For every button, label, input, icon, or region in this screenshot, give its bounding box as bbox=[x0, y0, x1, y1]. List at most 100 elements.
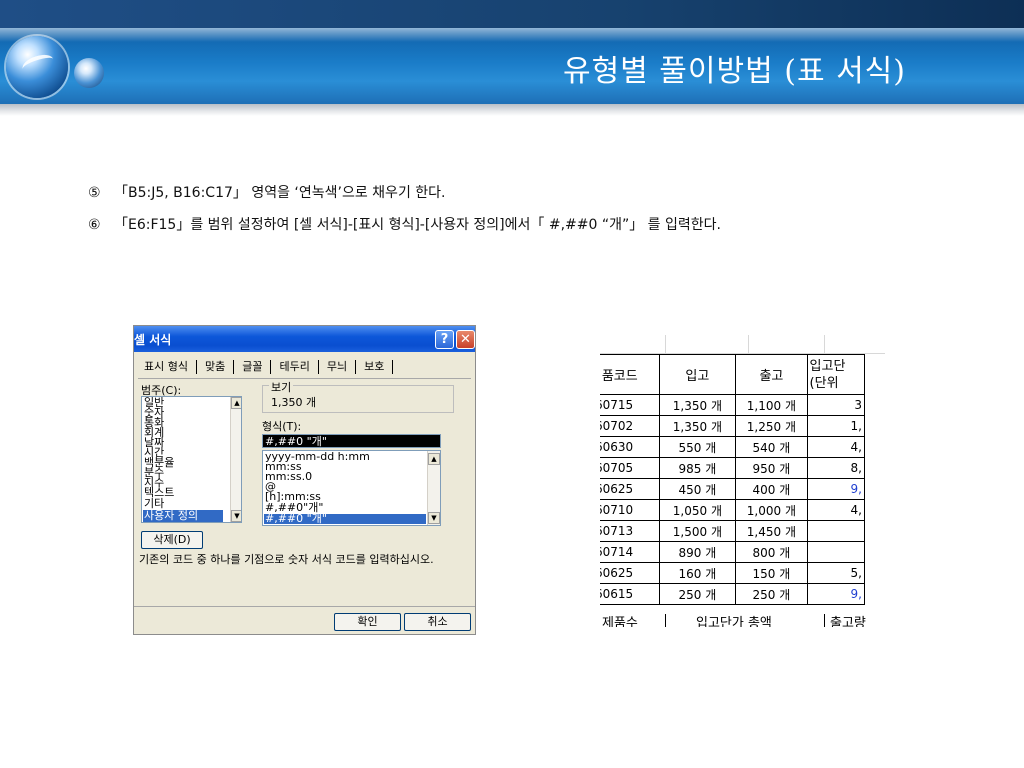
close-button[interactable]: ✕ bbox=[456, 330, 475, 349]
header-divider bbox=[0, 104, 1024, 116]
cell-price[interactable]: 4, bbox=[806, 436, 866, 458]
tab-alignment[interactable]: 맞춤 bbox=[197, 360, 235, 374]
type-list[interactable]: yyyy-mm-dd h:mm mm:ss mm:ss.0 @ [h]:mm:s… bbox=[262, 450, 441, 526]
scroll-down-icon[interactable]: ▼ bbox=[428, 512, 440, 524]
tab-pattern[interactable]: 무늬 bbox=[319, 360, 357, 374]
table-row: -060630550 개540 개4, bbox=[600, 436, 866, 458]
footer-separator bbox=[665, 614, 666, 627]
cell-out[interactable]: 800 개 bbox=[735, 541, 808, 563]
scroll-down-icon[interactable]: ▼ bbox=[231, 510, 241, 522]
cell-code[interactable]: -060630 bbox=[600, 436, 660, 458]
cell-code[interactable]: -060615 bbox=[600, 583, 660, 605]
preview-group: 보기 1,350 개 bbox=[262, 379, 454, 413]
cell-code[interactable]: -060625 bbox=[600, 478, 660, 500]
cell-price[interactable]: 3 bbox=[806, 394, 866, 416]
category-list[interactable]: 일반 숫자 통화 회계 날짜 시간 백분율 분수 지수 텍스트 기타 사용자 정… bbox=[141, 396, 242, 523]
instruction-number: ⑤ bbox=[88, 185, 101, 201]
ok-button[interactable]: 확인 bbox=[334, 613, 401, 631]
cell-price[interactable]: 5, bbox=[806, 562, 866, 584]
cell-out[interactable]: 1,000 개 bbox=[735, 499, 808, 521]
footer-total[interactable]: 입고단가 총액 bbox=[696, 612, 772, 627]
header-out[interactable]: 출고 bbox=[735, 354, 808, 395]
table-row: -060705985 개950 개8, bbox=[600, 457, 866, 479]
cell-price[interactable]: 9, bbox=[806, 583, 866, 605]
header-price-line2: (단위 bbox=[809, 375, 839, 391]
category-scrollbar[interactable]: ▲ ▼ bbox=[230, 397, 241, 522]
type-item-selected[interactable]: #,##0 "개" bbox=[265, 513, 327, 524]
dialog-footer-divider bbox=[134, 606, 475, 607]
scroll-up-icon[interactable]: ▲ bbox=[231, 397, 241, 409]
cell-code[interactable]: -060705 bbox=[600, 457, 660, 479]
cell-in[interactable]: 1,350 개 bbox=[658, 415, 737, 437]
header-in[interactable]: 입고 bbox=[658, 354, 737, 395]
cell-code[interactable]: -060713 bbox=[600, 520, 660, 542]
cell-in[interactable]: 985 개 bbox=[658, 457, 737, 479]
header-code[interactable]: 품코드 bbox=[600, 354, 660, 395]
tab-protection[interactable]: 보호 bbox=[356, 360, 394, 374]
cell-in[interactable]: 450 개 bbox=[658, 478, 737, 500]
cell-code[interactable]: -060715 bbox=[600, 394, 660, 416]
table-row: -060625160 개150 개5, bbox=[600, 562, 866, 584]
cell-out[interactable]: 1,100 개 bbox=[735, 394, 808, 416]
table-row: -0607151,350 개1,100 개3 bbox=[600, 394, 866, 416]
scroll-up-icon[interactable]: ▲ bbox=[428, 453, 440, 465]
cell-price[interactable]: 1, bbox=[806, 415, 866, 437]
cell-code[interactable]: -060710 bbox=[600, 499, 660, 521]
top-strip bbox=[0, 0, 1024, 28]
type-input[interactable]: #,##0 "개" bbox=[262, 434, 441, 448]
dialog-tabs: 표시 형식 맞춤 글꼴 테두리 무늬 보호 bbox=[140, 360, 394, 378]
footer-separator bbox=[824, 614, 825, 627]
cell-out[interactable]: 150 개 bbox=[735, 562, 808, 584]
instruction-number: ⑥ bbox=[88, 217, 101, 233]
cell-out[interactable]: 250 개 bbox=[735, 583, 808, 605]
cell-in[interactable]: 1,500 개 bbox=[658, 520, 737, 542]
table-row: -060714890 개800 개 bbox=[600, 541, 866, 563]
gridline bbox=[748, 335, 749, 353]
footer-product-count[interactable]: 제품수 bbox=[602, 612, 638, 627]
cell-price[interactable]: 8, bbox=[806, 457, 866, 479]
cell-price[interactable] bbox=[806, 520, 866, 542]
cell-in[interactable]: 890 개 bbox=[658, 541, 737, 563]
instruction-text: 「E6:F15」를 범위 설정하여 [셀 서식]-[표시 형식]-[사용자 정의… bbox=[114, 217, 721, 233]
footer-out-amount[interactable]: 출고량 bbox=[830, 612, 866, 627]
instruction-item: ⑤ 「B5:J5, B16:C17」 영역을 ‘연녹색’으로 채우기 한다. bbox=[88, 182, 721, 214]
preview-value: 1,350 개 bbox=[271, 396, 317, 409]
header-price-line1: 입고단 bbox=[809, 358, 846, 374]
cell-in[interactable]: 250 개 bbox=[658, 583, 737, 605]
header-price[interactable]: 입고단 (단위 bbox=[806, 354, 866, 395]
table-footer-row: 제품수 입고단가 총액 출고량 bbox=[600, 612, 885, 627]
tab-number-format[interactable]: 표시 형식 bbox=[140, 360, 197, 374]
gridline bbox=[824, 335, 825, 353]
tab-border[interactable]: 테두리 bbox=[271, 360, 319, 374]
type-scrollbar[interactable]: ▲ ▼ bbox=[427, 451, 440, 525]
small-globe-icon bbox=[74, 58, 104, 88]
cell-code[interactable]: -060702 bbox=[600, 415, 660, 437]
cell-out[interactable]: 950 개 bbox=[735, 457, 808, 479]
table-row: -0607101,050 개1,000 개4, bbox=[600, 499, 866, 521]
spreadsheet-crop: 품코드 입고 출고 입고단 (단위 -0607151,350 개1,100 개3… bbox=[600, 335, 885, 627]
cell-out[interactable]: 540 개 bbox=[735, 436, 808, 458]
delete-button[interactable]: 삭제(D) bbox=[141, 531, 203, 549]
preview-label: 보기 bbox=[269, 379, 294, 395]
cell-out[interactable]: 1,450 개 bbox=[735, 520, 808, 542]
table-row: -060625450 개400 개9, bbox=[600, 478, 866, 500]
table-row: -0607021,350 개1,250 개1, bbox=[600, 415, 866, 437]
dialog-titlebar[interactable]: 셀 서식 ? ✕ bbox=[134, 326, 475, 352]
tab-font[interactable]: 글꼴 bbox=[234, 360, 272, 374]
cell-in[interactable]: 1,050 개 bbox=[658, 499, 737, 521]
cell-code[interactable]: -060625 bbox=[600, 562, 660, 584]
cancel-button[interactable]: 취소 bbox=[404, 613, 471, 631]
help-text: 기존의 코드 중 하나를 기점으로 숫자 서식 코드를 입력하십시오. bbox=[139, 553, 434, 566]
cell-price[interactable]: 4, bbox=[806, 499, 866, 521]
category-item-selected[interactable]: 사용자 정의 bbox=[144, 510, 198, 522]
help-button[interactable]: ? bbox=[435, 330, 454, 349]
cell-out[interactable]: 400 개 bbox=[735, 478, 808, 500]
table-row: -0607131,500 개1,450 개 bbox=[600, 520, 866, 542]
cell-price[interactable]: 9, bbox=[806, 478, 866, 500]
cell-in[interactable]: 160 개 bbox=[658, 562, 737, 584]
cell-in[interactable]: 1,350 개 bbox=[658, 394, 737, 416]
cell-in[interactable]: 550 개 bbox=[658, 436, 737, 458]
cell-out[interactable]: 1,250 개 bbox=[735, 415, 808, 437]
cell-price[interactable] bbox=[806, 541, 866, 563]
cell-code[interactable]: -060714 bbox=[600, 541, 660, 563]
